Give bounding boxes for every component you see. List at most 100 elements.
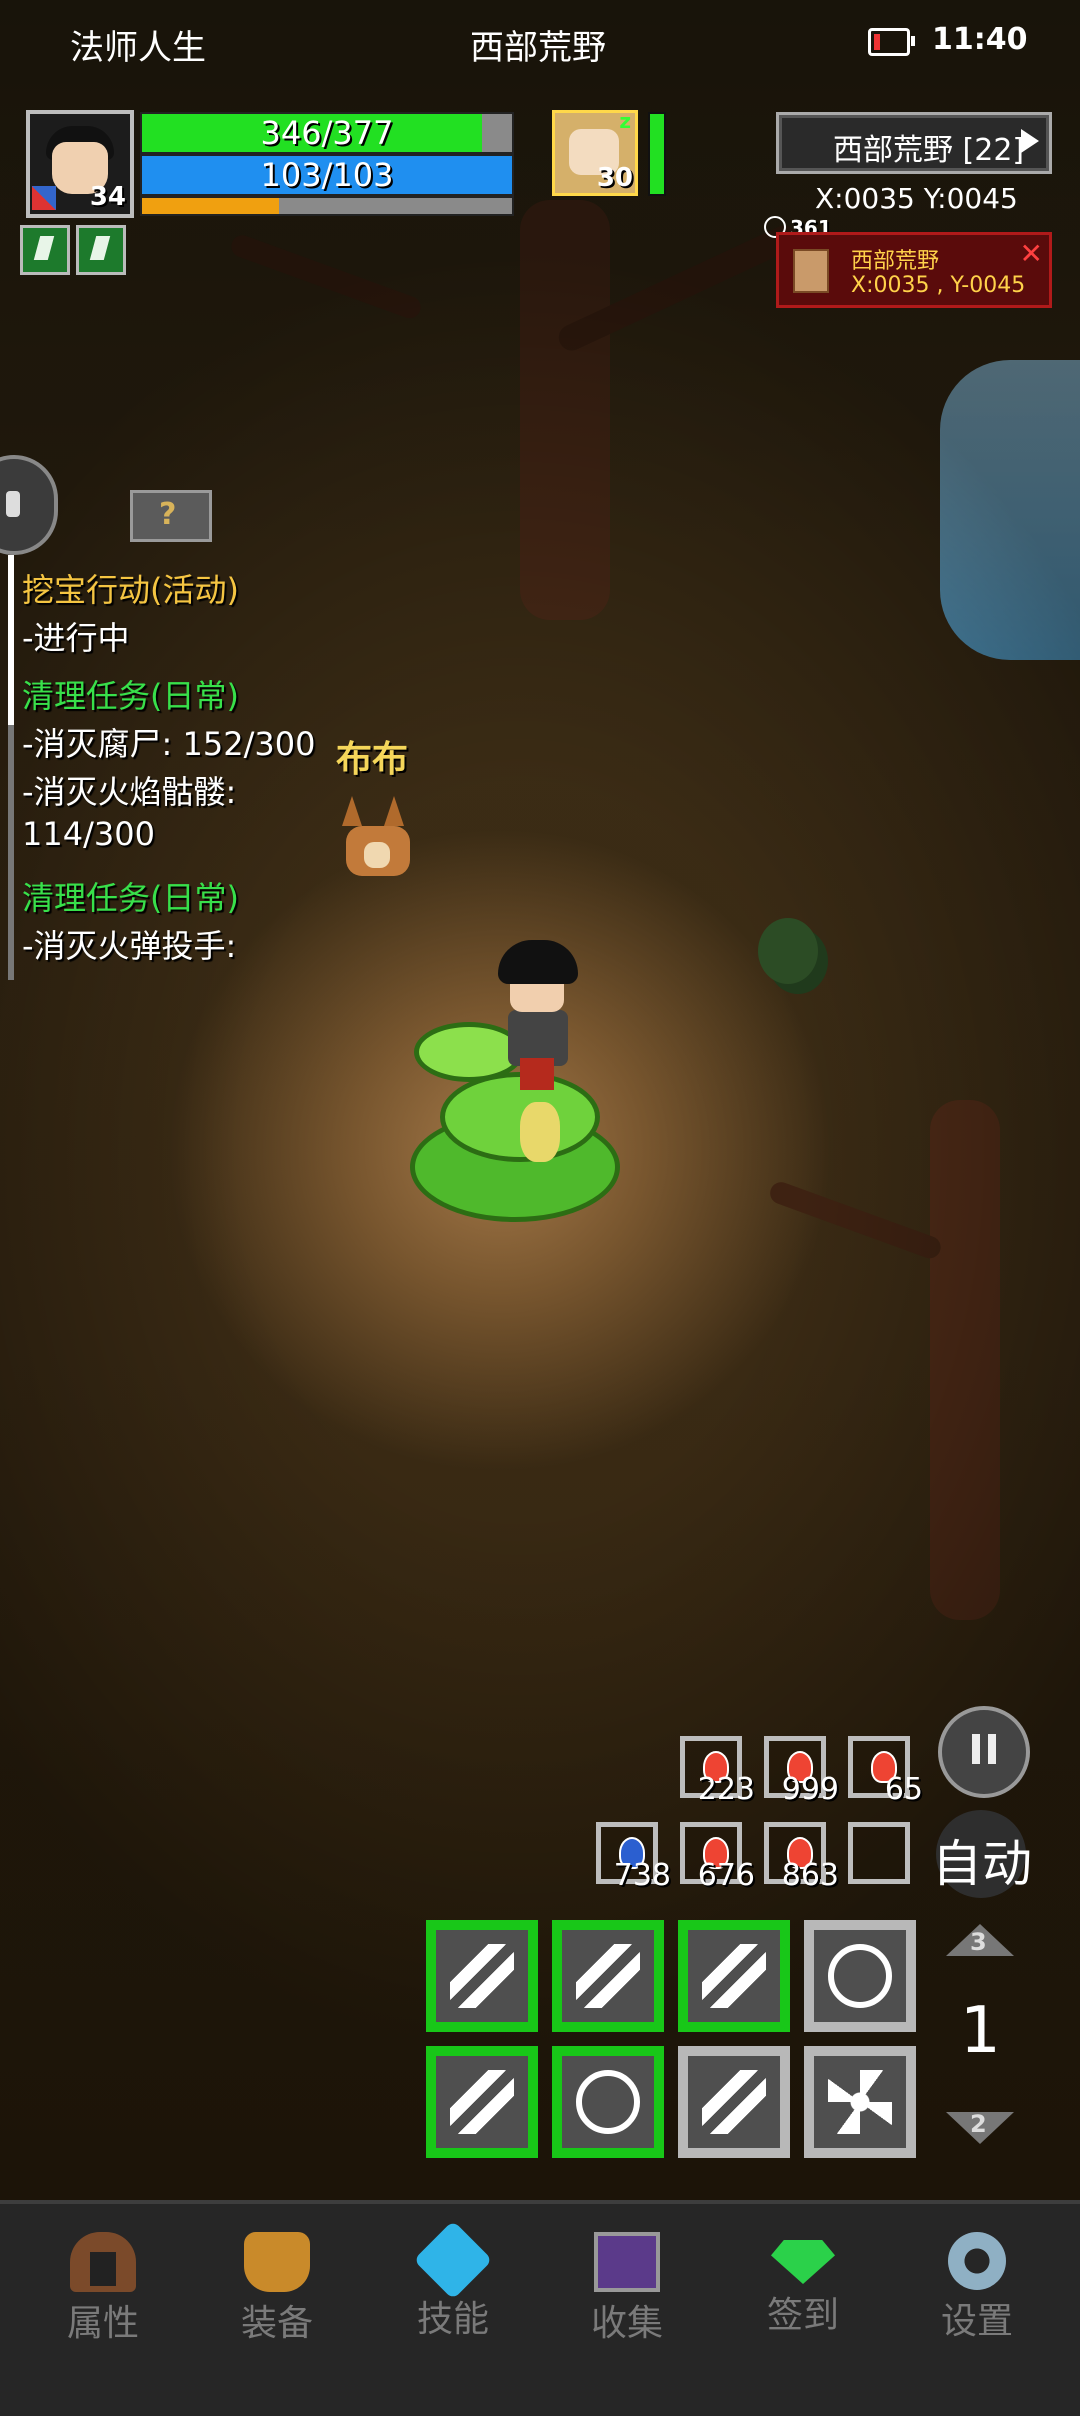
close-icon[interactable]: ✕ (1020, 237, 1043, 270)
nav-attributes[interactable]: 属性 (18, 2232, 188, 2346)
pet-avatar[interactable]: z 30 (552, 109, 638, 196)
buff-list (20, 225, 126, 275)
auto-battle-button[interactable]: 自动 (932, 1810, 1032, 1898)
player-hair (498, 940, 578, 984)
spear-throw-icon (702, 2070, 766, 2134)
fox-ear (384, 796, 404, 826)
potion-count: 223 (697, 1772, 755, 1807)
skill-gem-icon (413, 2220, 493, 2300)
xp-bar-fill (142, 198, 279, 214)
nav-label: 收集 (590, 2303, 663, 2344)
potion-count: 676 (697, 1858, 755, 1893)
page-up-number: 3 (970, 1928, 987, 1956)
skill-slot-6[interactable] (552, 2046, 664, 2158)
pet-hp-bar (648, 112, 666, 196)
nav-skills[interactable]: 技能 (368, 2220, 538, 2342)
quest-objective: -进行中 (22, 619, 130, 657)
quest-tracker[interactable]: 挖宝行动(活动) -进行中 清理任务(日常) -消灭腐尸: 152/300 -消… (8, 555, 328, 980)
nav-label: 设置 (940, 2301, 1013, 2342)
skill-slot-4[interactable] (804, 1920, 916, 2032)
sleep-indicator: z (619, 109, 631, 133)
potion-slot[interactable]: 999 (764, 1736, 839, 1807)
skill-slot-7[interactable] (678, 2046, 790, 2158)
play-arrow-icon (1021, 129, 1039, 153)
quest-objective-progress: 114/300 (22, 815, 155, 853)
skill-page-number: 1 (960, 1994, 1001, 2068)
sword-buff-icon[interactable] (76, 225, 126, 275)
diamond-icon (771, 2240, 835, 2284)
player-avatar[interactable]: 34 (26, 110, 134, 218)
page-down-number: 2 (970, 2110, 987, 2138)
bag-icon (244, 2232, 310, 2292)
star-burst-icon (828, 2070, 892, 2134)
empty-potion-slot[interactable] (848, 1822, 910, 1884)
player-coordinates: X:0035 Y:0045 (815, 182, 1018, 215)
fox-ear (342, 796, 362, 826)
battery-icon (868, 28, 915, 56)
quest-objective: -消灭腐尸: 152/300 (22, 725, 316, 763)
potion-slot[interactable]: 65 (848, 1736, 923, 1807)
potion-count: 999 (781, 1772, 839, 1807)
quest-objective: -消灭火焰骷髅: (22, 773, 237, 811)
question-mark-icon: ? (159, 497, 177, 532)
fox-bib (364, 842, 390, 868)
pet-fox-sprite[interactable] (336, 790, 420, 880)
sword-slash-icon (450, 1944, 514, 2008)
potion-count: 863 (781, 1858, 839, 1893)
quest-title[interactable]: 清理任务(日常) (22, 873, 239, 919)
pet-level: 30 (596, 163, 633, 193)
pause-button[interactable] (938, 1706, 1030, 1798)
hp-bar: 346/377 (140, 112, 514, 154)
nav-checkin[interactable]: 签到 (718, 2232, 888, 2338)
skill-slot-1[interactable] (426, 1920, 538, 2032)
potion-slot[interactable]: 738 (596, 1822, 671, 1893)
class-badge-icon (32, 186, 56, 210)
gear-icon (948, 2232, 1006, 2290)
helmet-icon (70, 2232, 136, 2292)
map-button[interactable]: 西部荒野 [22] (776, 112, 1052, 174)
quest-track-line-active (8, 555, 14, 725)
nav-label: 技能 (416, 2299, 489, 2340)
claw-slash-icon (702, 1944, 766, 2008)
skill-slot-5[interactable] (426, 2046, 538, 2158)
potion-slot[interactable]: 223 (680, 1736, 755, 1807)
treasure-location-popup[interactable]: 西部荒野 X:0035 , Y-0045 ✕ (776, 232, 1052, 308)
nav-label: 装备 (240, 2303, 313, 2344)
mp-bar: 103/103 (140, 154, 514, 196)
map-button-label: 西部荒野 [22] (833, 133, 1025, 168)
nav-label: 属性 (66, 2303, 139, 2344)
quest-objective: -消灭火弹投手: (22, 927, 237, 965)
shield-buff-icon[interactable] (20, 225, 70, 275)
skill-page-up-button[interactable]: 3 (946, 1924, 1014, 1956)
hp-text: 346/377 (260, 114, 394, 152)
potion-count: 65 (884, 1772, 923, 1807)
mp-text: 103/103 (260, 156, 394, 194)
player-level: 34 (89, 182, 126, 212)
current-zone: 西部荒野 (470, 28, 606, 68)
nav-settings[interactable]: 设置 (892, 2232, 1062, 2344)
dash-strike-icon (576, 1944, 640, 2008)
scroll-icon (793, 249, 829, 293)
help-button[interactable]: ? (130, 490, 212, 542)
status-bar: 法师人生 西部荒野 11:40 (0, 0, 1080, 90)
skill-page-down-button[interactable]: 2 (946, 2110, 1014, 2144)
skill-slot-2[interactable] (552, 1920, 664, 2032)
nav-collection[interactable]: 收集 (542, 2232, 712, 2346)
popup-title: 西部荒野 (851, 249, 940, 274)
snake-belly (520, 1102, 560, 1162)
swirl-ring-icon (576, 2070, 640, 2134)
bush-sprite (758, 918, 818, 984)
skill-slot-8[interactable] (804, 2046, 916, 2158)
potion-slot[interactable]: 863 (764, 1822, 839, 1893)
quest-title[interactable]: 挖宝行动(活动) (22, 565, 239, 611)
quest-title[interactable]: 清理任务(日常) (22, 671, 239, 717)
potion-slot[interactable]: 676 (680, 1822, 755, 1893)
burst-ring-icon (828, 1944, 892, 2008)
skill-slot-3[interactable] (678, 1920, 790, 2032)
player-sprite (492, 940, 588, 1090)
app-name: 法师人生 (70, 28, 206, 68)
popup-coords: X:0035 , Y-0045 (851, 273, 1026, 298)
auto-battle-label: 自动 (932, 1835, 1032, 1893)
claw-slash-icon (450, 2070, 514, 2134)
nav-equipment[interactable]: 装备 (192, 2232, 362, 2346)
